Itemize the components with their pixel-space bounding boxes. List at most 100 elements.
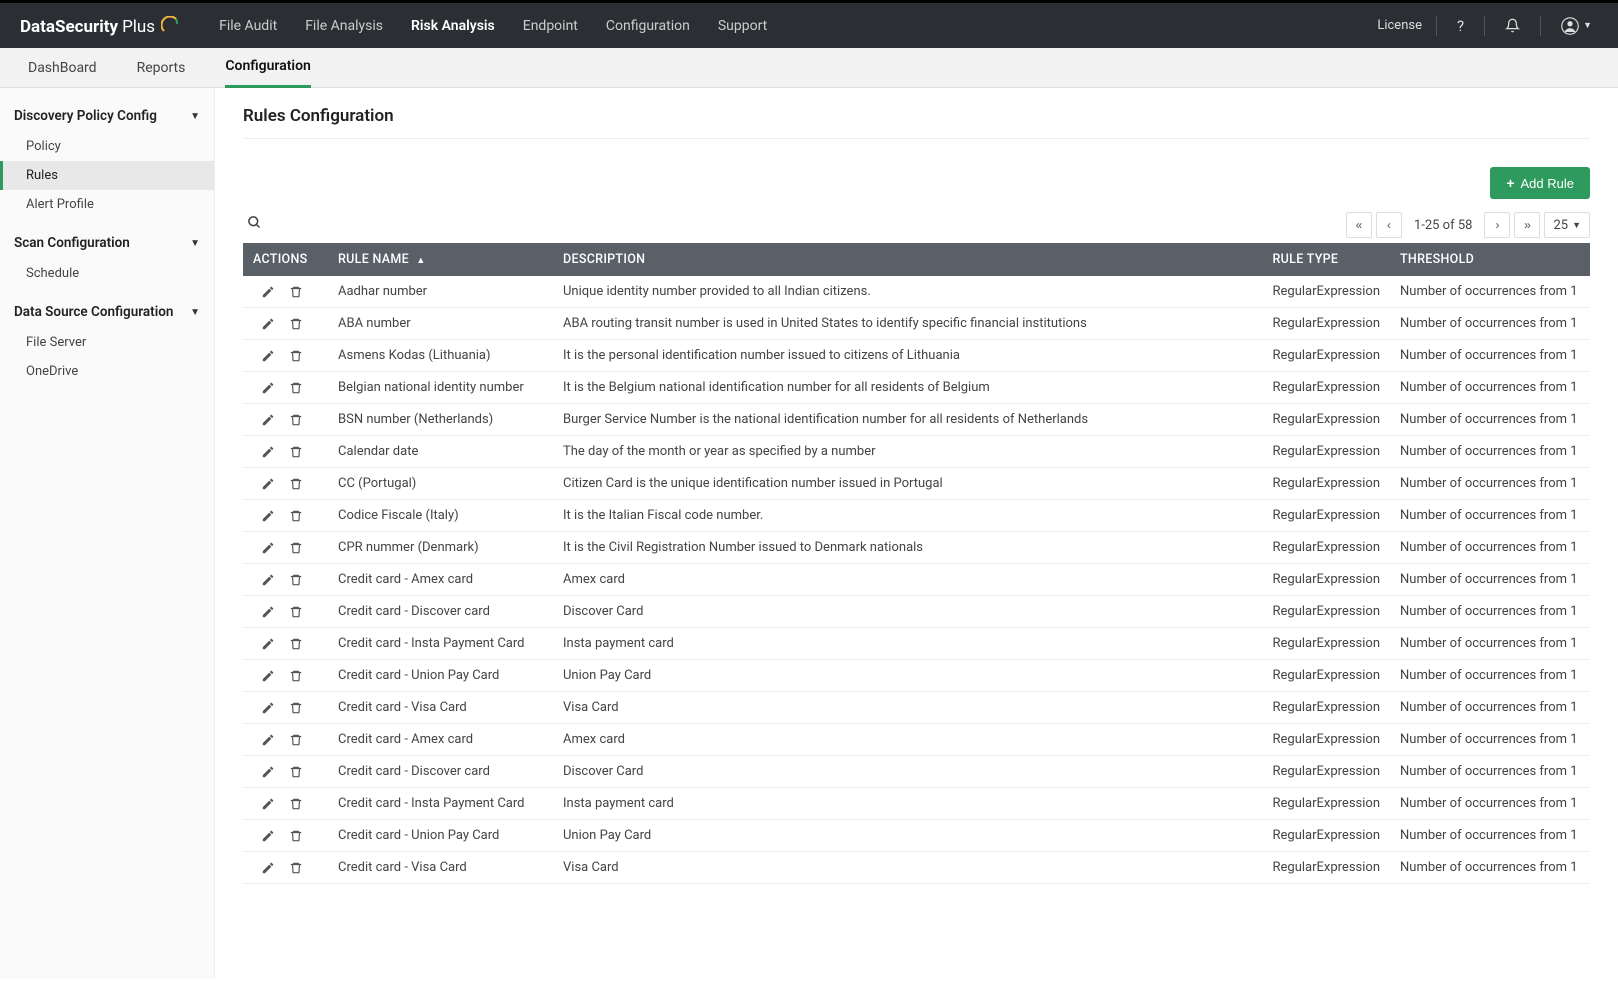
topnav-item-support[interactable]: Support: [718, 18, 767, 34]
license-link[interactable]: License: [1377, 18, 1422, 33]
cell-description: Union Pay Card: [553, 660, 1263, 692]
sidebar-item-file-server[interactable]: File Server: [0, 328, 214, 357]
sidebar-section-title: Data Source Configuration: [14, 304, 173, 320]
delete-icon[interactable]: [289, 701, 303, 715]
delete-icon[interactable]: [289, 765, 303, 779]
topnav-item-file-analysis[interactable]: File Analysis: [305, 18, 383, 34]
cell-rule-name: Credit card - Discover card: [328, 596, 553, 628]
cell-rule-name: Calendar date: [328, 436, 553, 468]
delete-icon[interactable]: [289, 349, 303, 363]
search-icon[interactable]: [243, 211, 266, 239]
delete-icon[interactable]: [289, 445, 303, 459]
delete-icon[interactable]: [289, 605, 303, 619]
delete-icon[interactable]: [289, 381, 303, 395]
cell-description: Visa Card: [553, 852, 1263, 884]
col-header-threshold[interactable]: THRESHOLD: [1390, 243, 1590, 276]
delete-icon[interactable]: [289, 509, 303, 523]
edit-icon[interactable]: [261, 669, 275, 683]
edit-icon[interactable]: [261, 733, 275, 747]
delete-icon[interactable]: [289, 413, 303, 427]
sidebar-item-onedrive[interactable]: OneDrive: [0, 357, 214, 386]
edit-icon[interactable]: [261, 541, 275, 555]
cell-description: Citizen Card is the unique identificatio…: [553, 468, 1263, 500]
edit-icon[interactable]: [261, 349, 275, 363]
delete-icon[interactable]: [289, 669, 303, 683]
cell-threshold: Number of occurrences from 1: [1390, 596, 1590, 628]
edit-icon[interactable]: [261, 637, 275, 651]
help-icon[interactable]: ?: [1451, 17, 1470, 35]
edit-icon[interactable]: [261, 797, 275, 811]
edit-icon[interactable]: [261, 285, 275, 299]
edit-icon[interactable]: [261, 701, 275, 715]
sidebar-section-header[interactable]: Scan Configuration▼: [0, 227, 214, 259]
cell-rule-type: RegularExpression: [1263, 404, 1391, 436]
topnav-item-endpoint[interactable]: Endpoint: [523, 18, 578, 34]
delete-icon[interactable]: [289, 541, 303, 555]
edit-icon[interactable]: [261, 765, 275, 779]
sidebar-section-header[interactable]: Data Source Configuration▼: [0, 296, 214, 328]
cell-rule-name: Belgian national identity number: [328, 372, 553, 404]
sidebar-item-schedule[interactable]: Schedule: [0, 259, 214, 288]
table-row: Credit card - Visa CardVisa CardRegularE…: [243, 692, 1590, 724]
subnav-item-reports[interactable]: Reports: [137, 48, 186, 88]
edit-icon[interactable]: [261, 509, 275, 523]
col-header-rule-name[interactable]: RULE NAME ▲: [328, 243, 553, 276]
edit-icon[interactable]: [261, 829, 275, 843]
topnav-item-risk-analysis[interactable]: Risk Analysis: [411, 18, 495, 34]
col-header-description[interactable]: DESCRIPTION: [553, 243, 1263, 276]
page-size-select[interactable]: 25 ▼: [1544, 212, 1590, 238]
sidebar-section-header[interactable]: Discovery Policy Config▼: [0, 100, 214, 132]
sidebar-section: Scan Configuration▼Schedule: [0, 227, 214, 288]
cell-description: It is the Civil Registration Number issu…: [553, 532, 1263, 564]
sidebar-section-title: Discovery Policy Config: [14, 108, 157, 124]
cell-rule-name: ABA number: [328, 308, 553, 340]
topnav-item-configuration[interactable]: Configuration: [606, 18, 690, 34]
table-row: Credit card - Union Pay CardUnion Pay Ca…: [243, 660, 1590, 692]
sidebar-item-policy[interactable]: Policy: [0, 132, 214, 161]
add-rule-button[interactable]: + Add Rule: [1490, 167, 1590, 199]
pagination-range: 1-25 of 58: [1414, 218, 1473, 233]
edit-icon[interactable]: [261, 861, 275, 875]
cell-description: Burger Service Number is the national id…: [553, 404, 1263, 436]
cell-description: Unique identity number provided to all I…: [553, 276, 1263, 308]
cell-threshold: Number of occurrences from 1: [1390, 692, 1590, 724]
table-row: BSN number (Netherlands)Burger Service N…: [243, 404, 1590, 436]
edit-icon[interactable]: [261, 413, 275, 427]
delete-icon[interactable]: [289, 637, 303, 651]
first-page-button[interactable]: «: [1346, 212, 1372, 238]
topnav-item-file-audit[interactable]: File Audit: [219, 18, 277, 34]
sidebar-item-alert-profile[interactable]: Alert Profile: [0, 190, 214, 219]
edit-icon[interactable]: [261, 605, 275, 619]
cell-threshold: Number of occurrences from 1: [1390, 852, 1590, 884]
delete-icon[interactable]: [289, 573, 303, 587]
sidebar-section: Data Source Configuration▼File ServerOne…: [0, 296, 214, 386]
edit-icon[interactable]: [261, 573, 275, 587]
cell-rule-name: Asmens Kodas (Lithuania): [328, 340, 553, 372]
delete-icon[interactable]: [289, 285, 303, 299]
edit-icon[interactable]: [261, 317, 275, 331]
edit-icon[interactable]: [261, 381, 275, 395]
last-page-button[interactable]: »: [1514, 212, 1540, 238]
subnav-item-configuration[interactable]: Configuration: [225, 48, 310, 88]
bell-icon[interactable]: [1499, 18, 1526, 33]
cell-threshold: Number of occurrences from 1: [1390, 308, 1590, 340]
edit-icon[interactable]: [261, 445, 275, 459]
delete-icon[interactable]: [289, 477, 303, 491]
cell-threshold: Number of occurrences from 1: [1390, 788, 1590, 820]
delete-icon[interactable]: [289, 797, 303, 811]
delete-icon[interactable]: [289, 861, 303, 875]
user-menu[interactable]: ▼: [1555, 17, 1598, 35]
subnav-item-dashboard[interactable]: DashBoard: [28, 48, 97, 88]
delete-icon[interactable]: [289, 829, 303, 843]
cell-threshold: Number of occurrences from 1: [1390, 756, 1590, 788]
sidebar-item-rules[interactable]: Rules: [0, 161, 214, 190]
cell-rule-name: Codice Fiscale (Italy): [328, 500, 553, 532]
cell-rule-name: Credit card - Insta Payment Card: [328, 628, 553, 660]
delete-icon[interactable]: [289, 733, 303, 747]
edit-icon[interactable]: [261, 477, 275, 491]
col-header-rule-type[interactable]: RULE TYPE: [1263, 243, 1391, 276]
delete-icon[interactable]: [289, 317, 303, 331]
next-page-button[interactable]: ›: [1484, 212, 1510, 238]
prev-page-button[interactable]: ‹: [1376, 212, 1402, 238]
cell-description: Amex card: [553, 724, 1263, 756]
